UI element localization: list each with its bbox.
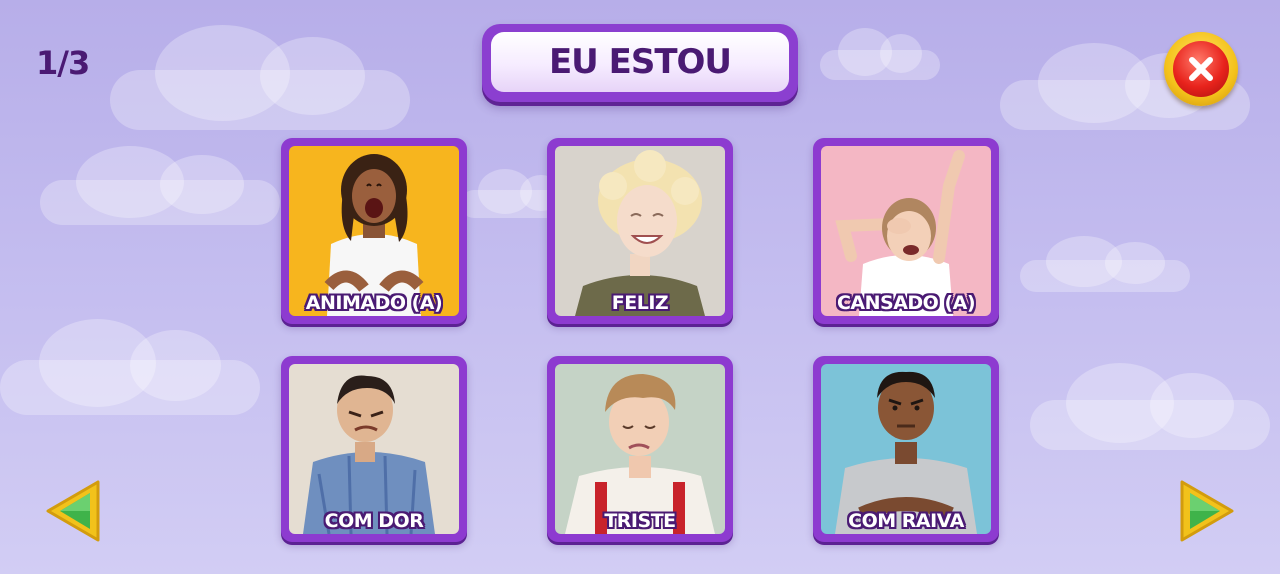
angry-boy-picture <box>821 364 991 534</box>
excited-girl-picture <box>289 146 459 316</box>
close-button[interactable] <box>1164 32 1238 106</box>
boy-in-pain-picture <box>289 364 459 534</box>
background-cloud <box>820 27 940 80</box>
emotion-card-cansado[interactable]: CANSADO (A) <box>813 138 999 324</box>
close-x-icon <box>1173 41 1229 97</box>
card-photo <box>555 364 725 534</box>
title-banner-inner: EU ESTOU <box>491 32 789 92</box>
card-label: COM RAIVA <box>848 510 964 532</box>
card-photo <box>555 146 725 316</box>
next-button[interactable] <box>1176 478 1236 544</box>
background-cloud <box>110 25 410 130</box>
emotion-card-feliz[interactable]: FELIZ <box>547 138 733 324</box>
previous-button[interactable] <box>44 478 104 544</box>
background-cloud <box>1020 236 1190 292</box>
card-photo <box>289 364 459 534</box>
card-label: ANIMADO (A) <box>305 292 443 314</box>
sad-boy-picture <box>555 364 725 534</box>
emotion-card-com-dor[interactable]: COM DOR <box>281 356 467 542</box>
card-photo <box>821 364 991 534</box>
card-label: COM DOR <box>324 510 424 532</box>
progress-counter: 1/3 <box>36 44 90 82</box>
page-title: EU ESTOU <box>548 42 732 82</box>
background-cloud <box>40 146 280 225</box>
background-cloud <box>1030 362 1270 450</box>
card-photo <box>289 146 459 316</box>
emotion-card-animado[interactable]: ANIMADO (A) <box>281 138 467 324</box>
left-arrow-icon <box>46 480 100 542</box>
card-label: FELIZ <box>611 292 669 314</box>
card-photo <box>821 146 991 316</box>
happy-boy-picture <box>555 146 725 316</box>
emotion-card-com-raiva[interactable]: COM RAIVA <box>813 356 999 542</box>
tired-girl-picture <box>821 146 991 316</box>
card-label: TRISTE <box>604 510 676 532</box>
emotion-card-triste[interactable]: TRISTE <box>547 356 733 542</box>
background-cloud <box>0 318 260 415</box>
title-banner: EU ESTOU <box>482 24 798 102</box>
card-label: CANSADO (A) <box>836 292 976 314</box>
right-arrow-icon <box>1180 480 1234 542</box>
